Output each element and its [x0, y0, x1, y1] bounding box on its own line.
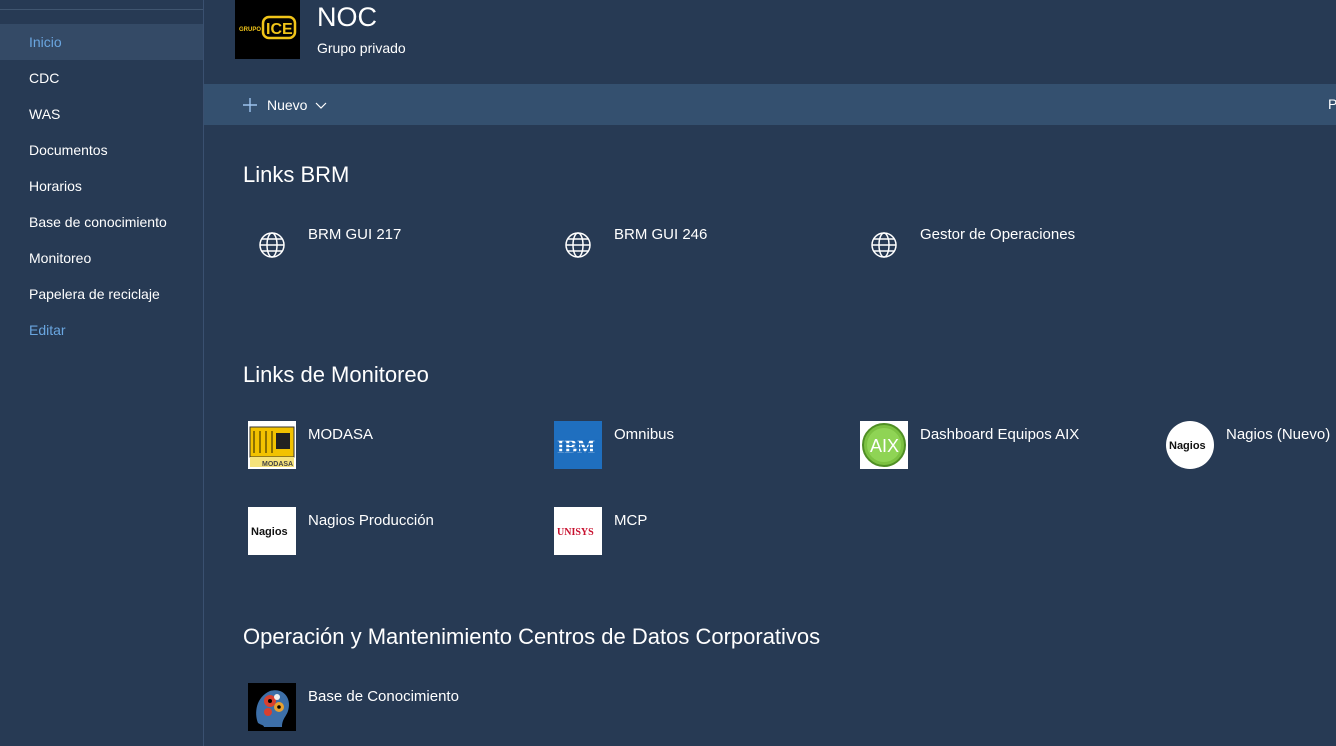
link-label: Nagios (Nuevo): [1226, 426, 1331, 443]
site-title[interactable]: NOC: [317, 2, 377, 33]
link-label: Gestor de Operaciones: [920, 226, 1076, 243]
nav-item-was[interactable]: WAS: [0, 96, 203, 132]
unisys-thumb-text: UNISYS: [557, 527, 594, 538]
unisys-thumbnail: UNISYS: [554, 507, 602, 555]
link-base-de-conocimiento[interactable]: Base de Conocimiento: [248, 683, 548, 733]
nav-item-inicio[interactable]: Inicio: [0, 24, 203, 60]
nav-item-cdc[interactable]: CDC: [0, 60, 203, 96]
command-bar: Nuevo P: [204, 84, 1336, 125]
section-title-monitoreo: Links de Monitoreo: [243, 362, 429, 387]
link-label: Omnibus: [614, 426, 675, 443]
logo-ice-text: ICE: [266, 21, 293, 38]
link-label: MCP: [614, 512, 648, 529]
nagios-thumb-text: Nagios: [1169, 440, 1206, 452]
section-title-operacion: Operación y Mantenimiento Centros de Dat…: [243, 624, 821, 649]
new-button-label: Nuevo: [267, 96, 308, 113]
nagios-thumb-text: Nagios: [251, 526, 288, 538]
nav-item-documentos[interactable]: Documentos: [0, 132, 203, 168]
modasa-thumb-text: MODASA: [262, 461, 293, 468]
aix-thumbnail: AIX: [860, 421, 908, 469]
link-nagios-produccion[interactable]: Nagios Nagios Producción: [248, 507, 548, 557]
edit-links-button[interactable]: Editar: [0, 312, 203, 348]
nav-divider: [0, 9, 203, 10]
site-subtitle: Grupo privado: [317, 40, 406, 56]
modasa-thumbnail: MODASA: [248, 421, 296, 469]
left-navigation: Inicio CDC WAS Documentos Horarios Base …: [0, 0, 204, 746]
link-modasa[interactable]: MODASA MODASA: [248, 421, 548, 471]
nagios-thumbnail: Nagios: [248, 507, 296, 555]
nagios-thumbnail: Nagios: [1166, 421, 1214, 469]
nav-item-horarios[interactable]: Horarios: [0, 168, 203, 204]
link-omnibus[interactable]: IBM Omnibus: [554, 421, 854, 471]
link-dashboard-aix[interactable]: AIX Dashboard Equipos AIX: [860, 421, 1160, 471]
ibm-thumbnail: IBM: [554, 421, 602, 469]
nav-item-base-de-conocimiento[interactable]: Base de conocimiento: [0, 204, 203, 240]
link-thumb: [860, 221, 908, 269]
link-label: Base de Conocimiento: [308, 688, 459, 705]
link-thumb: [248, 221, 296, 269]
new-button[interactable]: Nuevo: [242, 84, 327, 125]
globe-icon: [259, 232, 285, 258]
brain-gears-thumbnail: [248, 683, 296, 731]
link-nagios-nuevo[interactable]: Nagios Nagios (Nuevo): [1166, 421, 1336, 471]
plus-icon: [243, 97, 257, 112]
section-title-brm: Links BRM: [243, 162, 350, 187]
link-label: Nagios Producción: [308, 512, 434, 529]
link-label: MODASA: [308, 426, 374, 443]
link-mcp[interactable]: UNISYS MCP: [554, 507, 854, 557]
link-label: BRM GUI 246: [614, 226, 708, 243]
logo-grupo-text: GRUPO: [239, 27, 261, 33]
link-gestor-de-operaciones[interactable]: Gestor de Operaciones: [860, 221, 1160, 271]
nav-item-monitoreo[interactable]: Monitoreo: [0, 240, 203, 276]
globe-icon: [871, 232, 897, 258]
aix-thumb-text: AIX: [870, 436, 899, 456]
link-thumb: [554, 221, 602, 269]
globe-icon: [565, 232, 591, 258]
commandbar-right-item[interactable]: P: [1328, 84, 1336, 125]
link-label: BRM GUI 217: [308, 226, 402, 243]
site-logo[interactable]: GRUPO ICE: [235, 0, 300, 59]
link-label: Dashboard Equipos AIX: [920, 426, 1080, 443]
link-brm-gui-246[interactable]: BRM GUI 246: [554, 221, 854, 271]
nav-item-papelera[interactable]: Papelera de reciclaje: [0, 276, 203, 312]
link-brm-gui-217[interactable]: BRM GUI 217: [248, 221, 548, 271]
chevron-down-icon: [316, 102, 327, 109]
